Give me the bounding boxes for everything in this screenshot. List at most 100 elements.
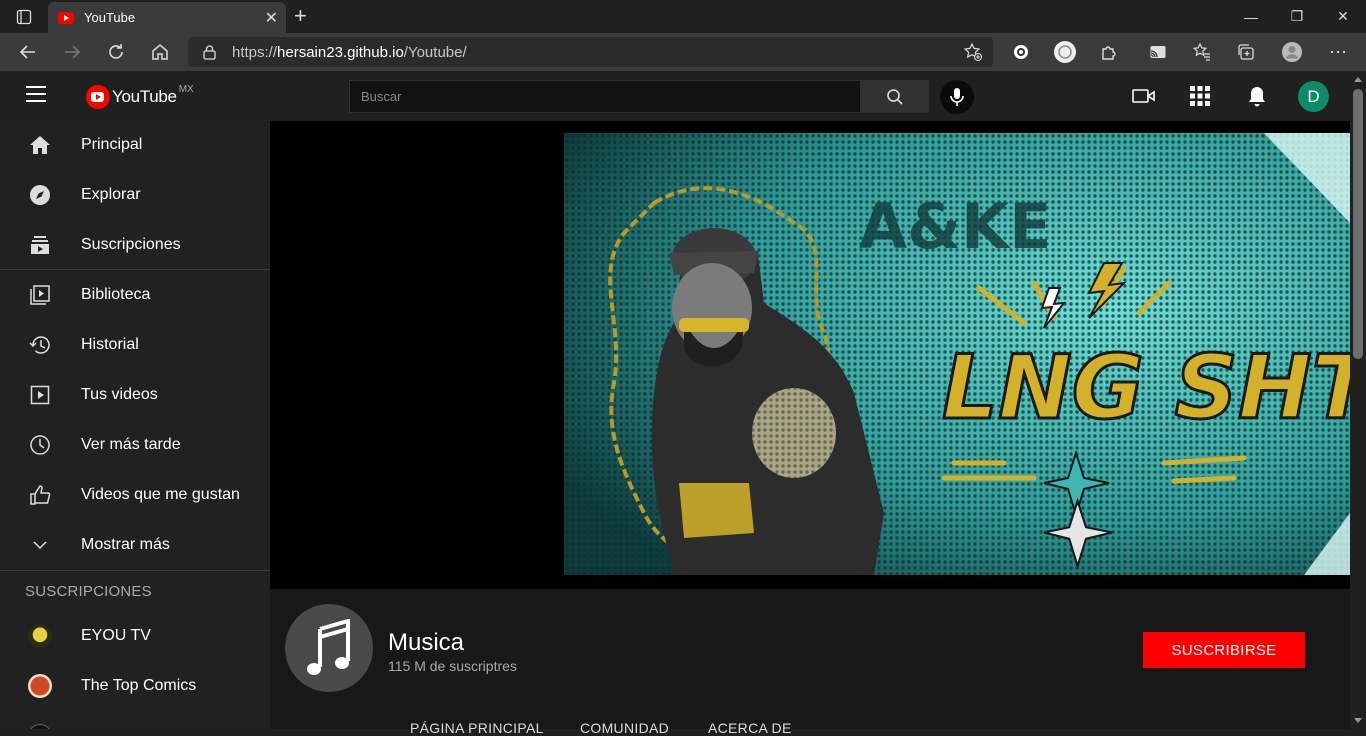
search-icon: [887, 88, 903, 105]
sidebar-label: Ver más tarde: [81, 436, 181, 453]
your-videos-icon: [28, 383, 52, 407]
sidebar-sub-top-comics[interactable]: The Top Comics: [0, 662, 270, 710]
refresh-icon[interactable]: [101, 37, 131, 67]
sidebar-label: The Top Comics: [81, 677, 197, 694]
scroll-down-icon[interactable]: [1354, 718, 1362, 723]
music-note-icon: [307, 619, 350, 675]
youtube-logo[interactable]: YouTube MX: [86, 83, 194, 109]
tab-title: YouTube: [84, 10, 136, 25]
sidebar-label: Historial: [81, 336, 139, 353]
add-favorite-icon[interactable]: [963, 42, 983, 67]
sidebar-sub-eyou-tv[interactable]: EYOU TV: [0, 612, 270, 660]
tab-actions-icon[interactable]: [8, 5, 40, 29]
sidebar-item-biblioteca[interactable]: Biblioteca: [0, 271, 270, 319]
home-icon: [28, 133, 52, 157]
youtube-favicon-icon: [58, 11, 74, 24]
address-bar[interactable]: https://hersain23.github.io/Youtube/: [188, 37, 993, 67]
channel-avatar: [28, 724, 52, 729]
sidebar-label: Principal: [81, 136, 143, 153]
more-options-icon[interactable]: ⋯: [1323, 37, 1353, 67]
subscriptions-icon: [28, 233, 52, 257]
sidebar-item-tus-videos[interactable]: Tus videos: [0, 371, 270, 419]
sidebar-sub-partial[interactable]: [0, 712, 270, 729]
logo-country: MX: [178, 83, 194, 95]
banner-title-text: LNG SHT: [942, 336, 1350, 439]
close-window-icon[interactable]: ✕: [1320, 0, 1366, 33]
sidebar-item-ver-mas-tarde[interactable]: Ver más tarde: [0, 421, 270, 469]
sidebar-divider: [0, 269, 270, 270]
sidebar-label: EYOU TV: [81, 627, 151, 644]
sidebar-label: Explorar: [81, 186, 141, 203]
channel-avatar-large[interactable]: [285, 604, 373, 692]
tab-comunidad[interactable]: COMUNIDAD: [580, 720, 669, 736]
microphone-icon: [950, 88, 964, 106]
home-browser-icon[interactable]: [145, 37, 175, 67]
sidebar-label: Videos que me gustan: [81, 486, 240, 503]
sidebar-label: Mostrar más: [81, 536, 170, 553]
maximize-icon[interactable]: ❐: [1274, 0, 1320, 33]
sidebar-item-mostrar-mas[interactable]: Mostrar más: [0, 521, 270, 569]
library-icon: [28, 283, 52, 307]
thumbs-up-icon: [28, 483, 52, 507]
youtube-header: YouTube MX Buscar D: [0, 71, 1350, 121]
banner-top-text: A&KE: [859, 190, 1051, 263]
sidebar-divider: [0, 570, 270, 571]
channel-subscriber-count: 115 M de suscriptres: [388, 658, 517, 674]
url-host: hersain23.github.io: [277, 43, 404, 61]
scroll-up-icon[interactable]: [1354, 77, 1362, 82]
sidebar-label: Suscripciones: [81, 236, 181, 253]
channel-name: Musica: [388, 629, 465, 656]
logo-text: YouTube: [112, 87, 177, 106]
url-path: /Youtube/: [403, 43, 467, 61]
subscriptions-heading: SUSCRIPCIONES: [25, 583, 152, 600]
sidebar: Principal Explorar Suscripciones Bibliot…: [0, 121, 270, 729]
user-avatar[interactable]: D: [1298, 81, 1329, 112]
channel-banner: A&KE LNG SHT: [270, 121, 1350, 589]
back-icon[interactable]: [13, 37, 43, 67]
create-video-icon[interactable]: [1131, 83, 1157, 109]
notifications-bell-icon[interactable]: [1244, 83, 1270, 109]
collections-icon[interactable]: [1231, 37, 1261, 67]
history-icon: [28, 333, 52, 357]
sidebar-item-principal[interactable]: Principal: [0, 121, 270, 169]
tab-acerca-de[interactable]: ACERCA DE: [708, 720, 792, 736]
channel-avatar: [28, 624, 52, 648]
favorites-icon[interactable]: [1187, 37, 1217, 67]
search-button[interactable]: [861, 80, 929, 113]
microphone-button[interactable]: [940, 80, 974, 114]
browser-toolbar: https://hersain23.github.io/Youtube/ ⋯: [0, 33, 1366, 71]
youtube-logo-icon: [86, 85, 110, 109]
search-input[interactable]: Buscar: [349, 80, 861, 113]
banner-image: A&KE LNG SHT: [564, 133, 1350, 575]
compass-icon: [28, 183, 52, 207]
extensions-puzzle-icon[interactable]: [1094, 37, 1124, 67]
new-tab-icon[interactable]: +: [294, 3, 307, 29]
subscribe-button[interactable]: SUSCRIBIRSE: [1143, 632, 1305, 668]
extension-2-icon[interactable]: [1050, 37, 1080, 67]
sidebar-item-suscripciones[interactable]: Suscripciones: [0, 221, 270, 269]
minimize-icon[interactable]: —: [1228, 0, 1274, 33]
browser-tab[interactable]: YouTube ✕: [48, 2, 286, 33]
extension-1-icon[interactable]: [1006, 37, 1036, 67]
tab-pagina-principal[interactable]: PÁGINA PRINCIPAL: [410, 720, 544, 736]
scroll-thumb[interactable]: [1353, 89, 1363, 359]
forward-icon[interactable]: [57, 37, 87, 67]
url-prefix: https://: [232, 43, 278, 61]
page-scrollbar[interactable]: [1350, 71, 1366, 729]
lock-icon[interactable]: [202, 44, 216, 60]
channel-avatar: [28, 674, 52, 698]
profile-icon[interactable]: [1277, 37, 1307, 67]
clock-icon: [28, 433, 52, 457]
chevron-down-icon: [28, 533, 52, 557]
sidebar-label: Tus videos: [81, 386, 158, 403]
sidebar-item-videos-me-gustan[interactable]: Videos que me gustan: [0, 471, 270, 519]
cast-icon[interactable]: [1143, 37, 1173, 67]
channel-header: Musica 115 M de suscriptres SUSCRIBIRSE …: [270, 589, 1350, 736]
tab-close-icon[interactable]: ✕: [265, 8, 278, 28]
browser-tab-bar: YouTube ✕ + — ❐ ✕: [0, 0, 1366, 33]
apps-grid-icon[interactable]: [1187, 83, 1213, 109]
sidebar-item-historial[interactable]: Historial: [0, 321, 270, 369]
menu-icon[interactable]: [26, 86, 56, 106]
sidebar-item-explorar[interactable]: Explorar: [0, 171, 270, 219]
sidebar-label: Biblioteca: [81, 286, 151, 303]
